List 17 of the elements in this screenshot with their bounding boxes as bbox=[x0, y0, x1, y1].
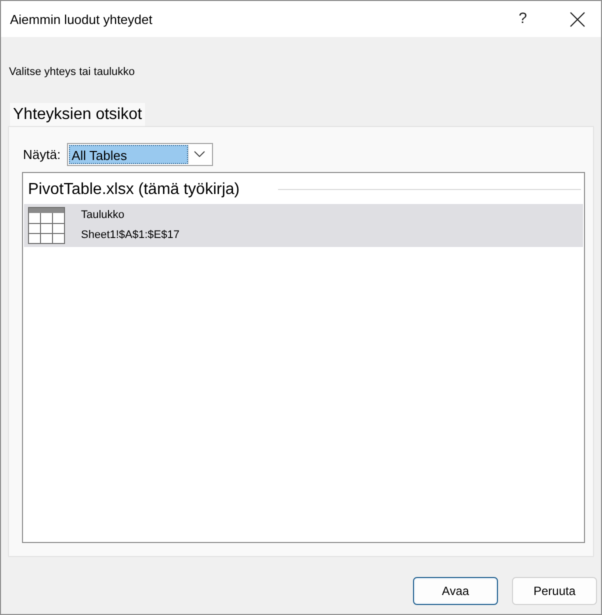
item-range: Sheet1!$A$1:$E$17 bbox=[81, 229, 180, 242]
list-item[interactable]: Taulukko Sheet1!$A$1:$E$17 bbox=[24, 204, 583, 247]
dropdown-value: All Tables bbox=[68, 144, 188, 164]
filter-dropdown[interactable]: All Tables bbox=[66, 142, 213, 166]
close-icon bbox=[570, 12, 584, 26]
chevron-down-icon bbox=[194, 151, 206, 157]
window-title: Aiemmin luodut yhteydet bbox=[10, 12, 154, 26]
dialog-button[interactable]: Avaa bbox=[413, 577, 498, 605]
item-name: Taulukko bbox=[81, 209, 126, 222]
instruction-text: Valitse yhteys tai taulukko bbox=[9, 65, 136, 79]
table-icon bbox=[28, 207, 65, 244]
tab[interactable]: Yhteyksien otsikot bbox=[10, 102, 145, 126]
close-button[interactable] bbox=[569, 11, 585, 27]
filter-label: Näytä: bbox=[23, 146, 61, 162]
group-title: PivotTable.xlsx (tämä työkirja) bbox=[28, 181, 240, 199]
help-button[interactable]: ? bbox=[514, 10, 531, 28]
dialog-button[interactable]: Peruuta bbox=[512, 577, 597, 605]
